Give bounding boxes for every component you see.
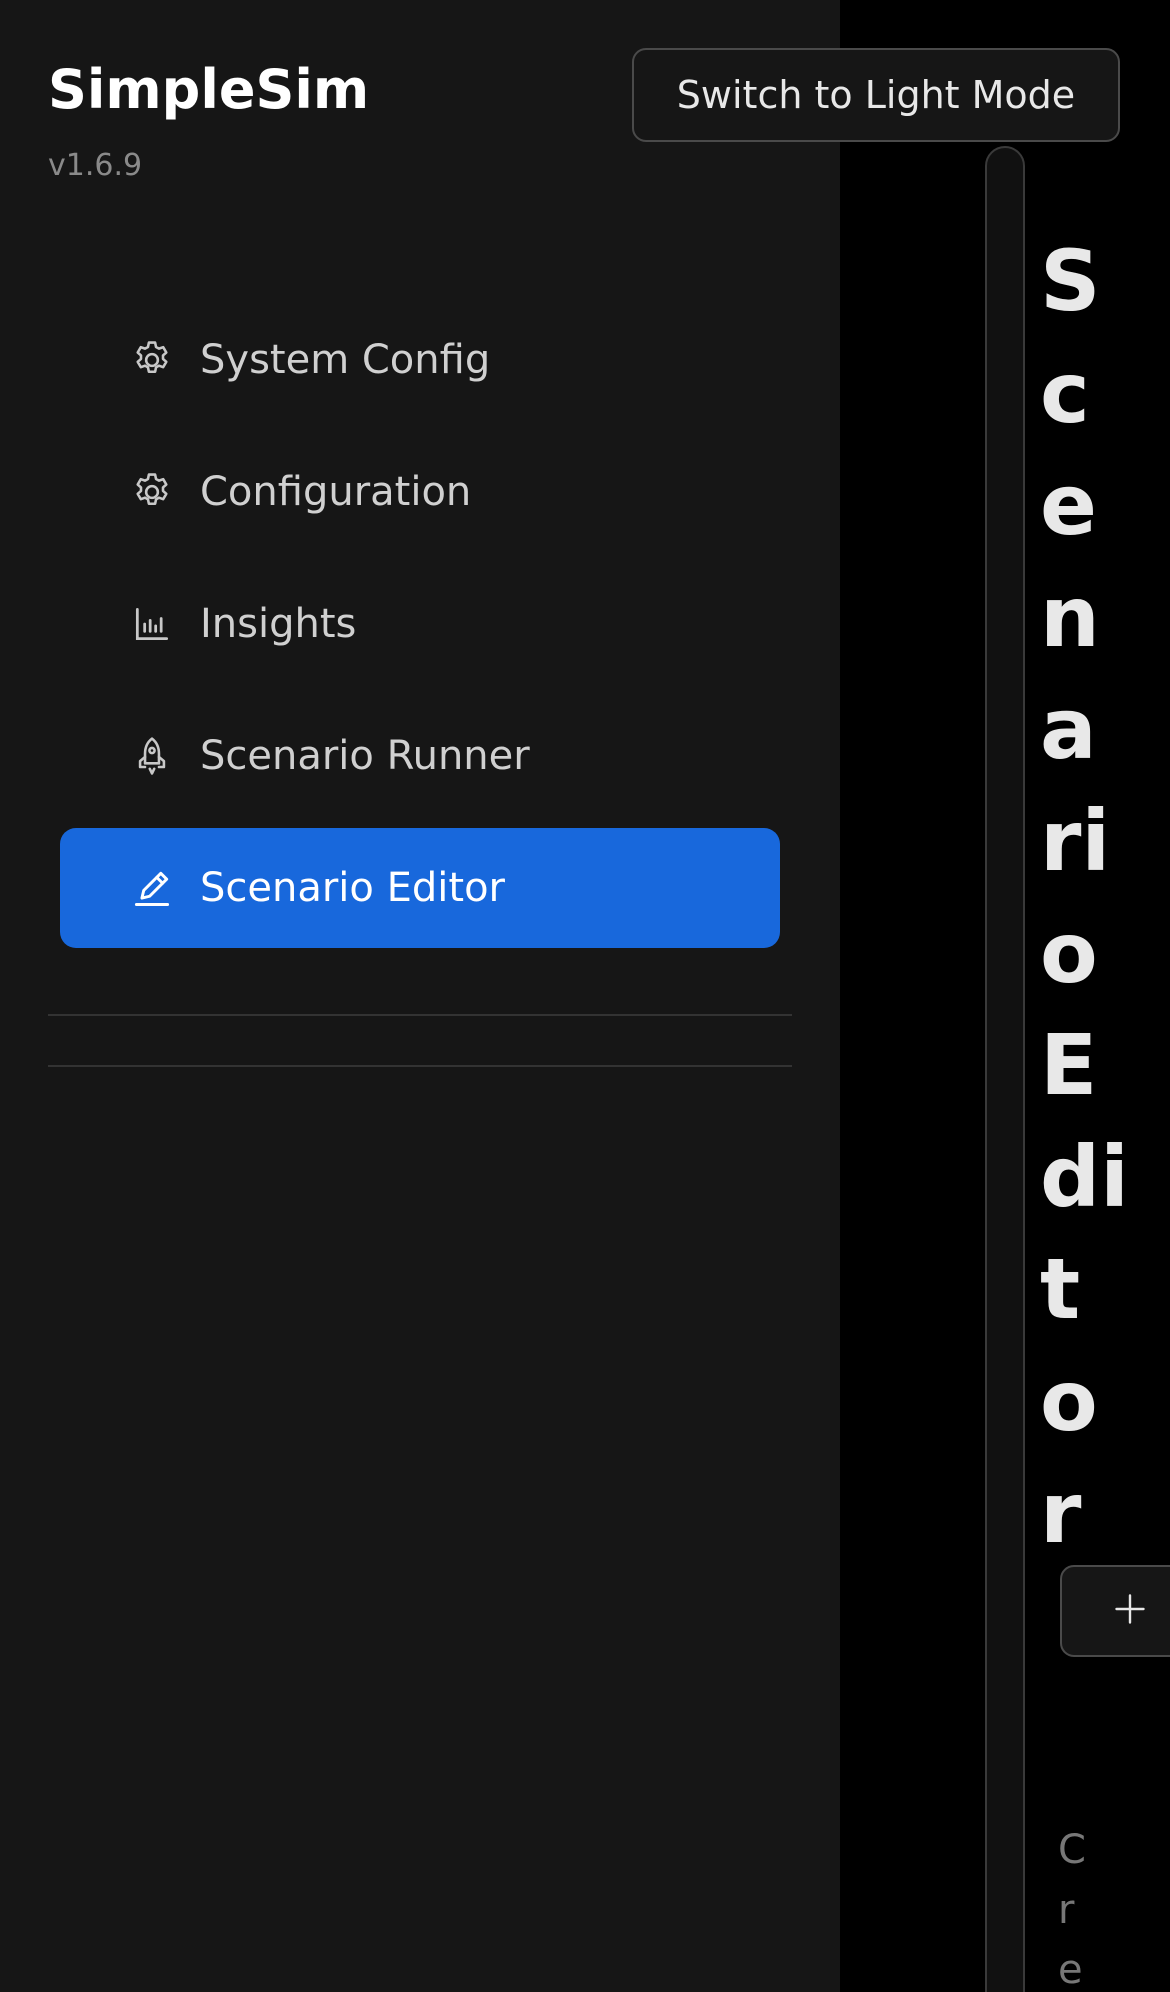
app-root: SimpleSim v1.6.9 System Config Configura… <box>0 0 1170 1992</box>
version-label: v1.6.9 <box>48 148 143 183</box>
sidebar-divider <box>48 1014 792 1016</box>
sidebar-item-scenario-runner[interactable]: Scenario Runner <box>60 696 780 816</box>
sidebar-item-scenario-editor[interactable]: Scenario Editor <box>60 828 780 948</box>
page-subtitle: Cre <box>1058 1827 1086 1992</box>
scrollbar[interactable] <box>985 146 1025 1992</box>
bar-chart-icon <box>130 602 174 646</box>
sidebar: SimpleSim v1.6.9 System Config Configura… <box>0 0 840 1992</box>
plus-icon <box>1112 1591 1148 1631</box>
sidebar-divider <box>48 1065 792 1067</box>
sidebar-item-configuration[interactable]: Configuration <box>60 432 780 552</box>
rocket-icon <box>130 734 174 778</box>
page-title: ScenarioEditor <box>1040 232 1129 1562</box>
gear-icon <box>130 338 174 382</box>
sidebar-item-insights[interactable]: Insights <box>60 564 780 684</box>
gear-icon <box>130 470 174 514</box>
app-title: SimpleSim <box>48 58 370 121</box>
sidebar-nav: System Config Configuration Insights Sce… <box>60 300 780 960</box>
pencil-icon <box>130 866 174 910</box>
theme-toggle-button[interactable]: Switch to Light Mode <box>632 48 1120 142</box>
sidebar-item-label: System Config <box>200 337 491 383</box>
sidebar-item-label: Configuration <box>200 469 472 515</box>
sidebar-item-label: Scenario Editor <box>200 865 505 911</box>
sidebar-item-system-config[interactable]: System Config <box>60 300 780 420</box>
add-button[interactable] <box>1060 1565 1170 1657</box>
sidebar-item-label: Scenario Runner <box>200 733 530 779</box>
sidebar-item-label: Insights <box>200 601 357 647</box>
